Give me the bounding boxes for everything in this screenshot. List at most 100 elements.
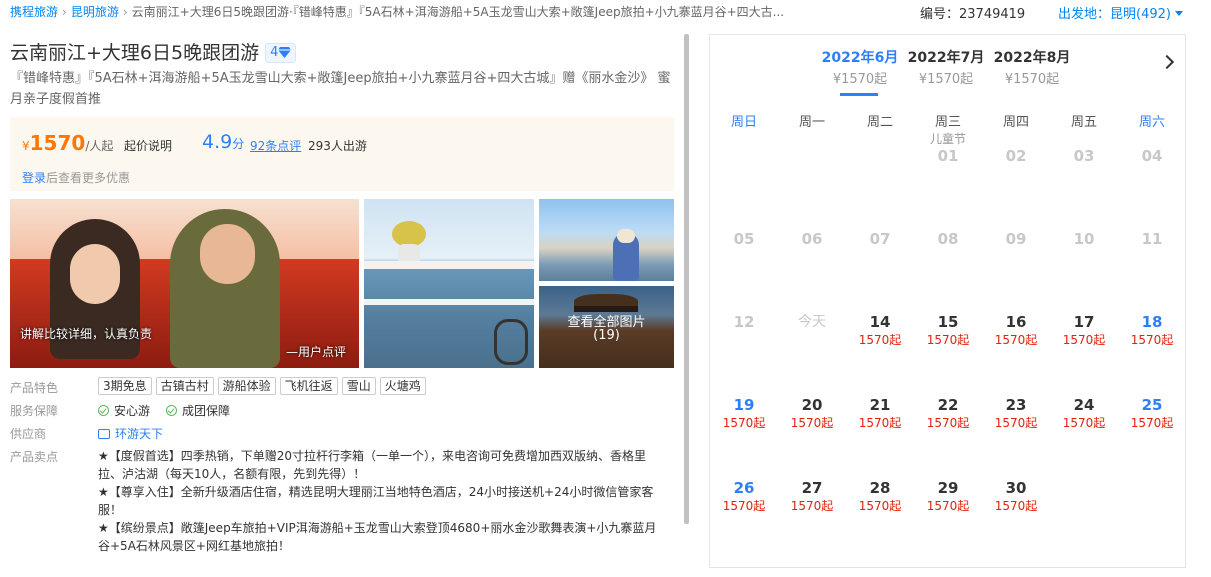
- calendar-day[interactable]: 20 1570起: [778, 381, 846, 441]
- calendar-day: 04: [1118, 132, 1186, 192]
- holiday-label: [1118, 381, 1186, 395]
- weekday-label: 周四: [1002, 115, 1029, 130]
- holiday-label: [1050, 381, 1118, 395]
- day-number: 14: [869, 313, 891, 331]
- calendar-day[interactable]: 22 1570起: [914, 381, 982, 441]
- holiday-label: [1118, 215, 1186, 229]
- guarantee-label: 成团保障: [182, 404, 231, 418]
- calendar-day[interactable]: 25 1570起: [1118, 381, 1186, 441]
- calendar-day: 06: [778, 215, 846, 275]
- gallery-view-all[interactable]: 查看全部图片 (19): [539, 286, 674, 368]
- calendar-day[interactable]: 30 1570起: [982, 464, 1050, 524]
- calendar-day[interactable]: 29 1570起: [914, 464, 982, 524]
- highlight-item: ★【尊享入住】全新升级酒店住宿，精选昆明大理丽江当地特色酒店，24小时接送机+2…: [98, 485, 654, 517]
- feature-tag[interactable]: 古镇古村: [155, 377, 214, 395]
- day-price: 1570起: [926, 416, 970, 430]
- feature-tag[interactable]: 飞机往返: [279, 377, 338, 395]
- chevron-right-icon[interactable]: [1159, 54, 1175, 70]
- diamond-grade-badge[interactable]: 4: [265, 43, 297, 63]
- chevron-right-icon: ›: [122, 5, 128, 19]
- login-link[interactable]: 登录: [22, 171, 46, 185]
- month-tab-june[interactable]: 2022年6月 ¥1570起: [820, 47, 900, 96]
- day-price: 1570起: [926, 499, 970, 513]
- highlights-label: 产品卖点: [10, 450, 59, 464]
- guarantee-item[interactable]: 安心游: [98, 404, 150, 418]
- caret-down-icon: [1174, 11, 1183, 16]
- reviews-link[interactable]: 92条点评: [250, 137, 301, 154]
- day-number: 15: [937, 313, 959, 331]
- day-number: 05: [733, 230, 755, 248]
- calendar-day: 12: [710, 298, 778, 358]
- weekday-label: 周三: [934, 115, 961, 130]
- service-label: 服务保障: [10, 404, 59, 418]
- departure-select[interactable]: 出发地：昆明(492): [1058, 3, 1183, 22]
- calendar-day[interactable]: 23 1570起: [982, 381, 1050, 441]
- holiday-label: [846, 464, 914, 478]
- holiday-label: [846, 215, 914, 229]
- holiday-label: [1118, 132, 1186, 146]
- feature-tag[interactable]: 火塘鸡: [379, 377, 426, 395]
- breadcrumb-current: 云南丽江+大理6日5晚跟团游·『错峰特惠』『5A石林+洱海游船+5A玉龙雪山大索…: [131, 5, 785, 19]
- calendar-day[interactable]: 17 1570起: [1050, 298, 1118, 358]
- day-price: 1570起: [994, 416, 1038, 430]
- currency-symbol: ¥: [22, 139, 30, 153]
- calendar-day[interactable]: 26 1570起: [710, 464, 778, 524]
- calendar-day[interactable]: 16 1570起: [982, 298, 1050, 358]
- holiday-label: [982, 464, 1050, 478]
- feature-tag[interactable]: 游船体验: [217, 377, 276, 395]
- scrollbar[interactable]: [684, 34, 689, 524]
- chevron-right-icon: ›: [62, 5, 67, 19]
- day-number: 17: [1073, 313, 1095, 331]
- month-label: 2022年6月: [821, 50, 899, 66]
- day-price: 1570起: [926, 333, 970, 347]
- diamond-icon: [278, 47, 292, 58]
- day-number: 01: [937, 147, 959, 165]
- month-label: 2022年8月: [993, 50, 1071, 66]
- holiday-label: [778, 215, 846, 229]
- calendar-day[interactable]: 21 1570起: [846, 381, 914, 441]
- calendar-day[interactable]: 24 1570起: [1050, 381, 1118, 441]
- holiday-label: [1118, 298, 1186, 312]
- day-number: 07: [869, 230, 891, 248]
- holiday-label: [710, 298, 778, 312]
- holiday-label: [914, 381, 982, 395]
- image-caption-source: —用户点评: [286, 345, 347, 359]
- holiday-label: [710, 215, 778, 229]
- price-explain-link[interactable]: 起价说明: [124, 137, 172, 154]
- calendar-day: 10: [1050, 215, 1118, 275]
- calendar-day[interactable]: 15 1570起: [914, 298, 982, 358]
- holiday-label: [846, 381, 914, 395]
- product-subtitle: 『错峰特惠』『5A石林+洱海游船+5A玉龙雪山大索+敞篷Jeep旅拍+小九寨蓝月…: [10, 71, 671, 107]
- active-underline: [840, 93, 878, 96]
- supplier-link[interactable]: 环游天下: [98, 425, 163, 442]
- guarantee-item[interactable]: 成团保障: [166, 404, 230, 418]
- day-number: 18: [1141, 313, 1163, 331]
- gallery-main-image[interactable]: 讲解比较详细，认真负责 —用户点评: [10, 199, 359, 368]
- day-number: 11: [1141, 230, 1163, 248]
- calendar-day[interactable]: 28 1570起: [846, 464, 914, 524]
- calendar-day[interactable]: 27 1570起: [778, 464, 846, 524]
- holiday-label: [778, 464, 846, 478]
- price-amount: 1570: [29, 131, 86, 155]
- feature-tag[interactable]: 雪山: [341, 377, 376, 395]
- guarantees: 安心游 成团保障: [98, 402, 246, 419]
- calendar-day[interactable]: 19 1570起: [710, 381, 778, 441]
- price: ¥1570/人起: [22, 131, 113, 155]
- day-price: 1570起: [1062, 333, 1106, 347]
- day-number: 20: [801, 396, 823, 414]
- holiday-label: [982, 215, 1050, 229]
- calendar-day[interactable]: 18 1570起: [1118, 298, 1186, 358]
- day-price: 1570起: [1130, 333, 1174, 347]
- month-tab-july[interactable]: 2022年7月 ¥1570起: [906, 47, 986, 87]
- features-label: 产品特色: [10, 381, 59, 395]
- calendar-day[interactable]: 14 1570起: [846, 298, 914, 358]
- gallery-image-lake[interactable]: [364, 199, 534, 368]
- day-price: 1570起: [858, 333, 902, 347]
- month-tab-august[interactable]: 2022年8月 ¥1570起: [992, 47, 1072, 87]
- breadcrumb-link-kunming[interactable]: 昆明旅游: [71, 5, 119, 19]
- gallery-image-traveler[interactable]: [539, 199, 674, 281]
- breadcrumb-link-ctrip[interactable]: 携程旅游: [10, 5, 58, 19]
- calendar-day: 08: [914, 215, 982, 275]
- image-count: (19): [593, 328, 620, 343]
- feature-tag[interactable]: 3期免息: [98, 377, 152, 395]
